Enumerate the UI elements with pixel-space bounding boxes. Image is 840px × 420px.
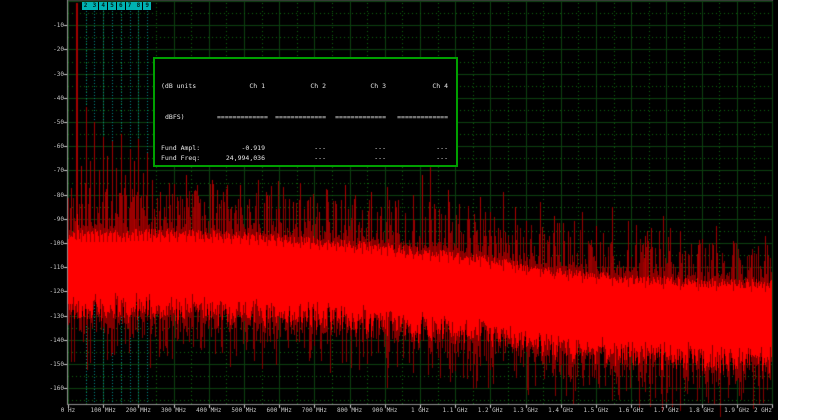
ch3-value: ---	[326, 143, 386, 153]
harmonic-marker-2[interactable]: 2	[82, 2, 90, 10]
y-tick-label: -160	[38, 385, 64, 392]
channel-1-header: Ch 1	[217, 81, 265, 91]
ch4-value: ---	[386, 153, 448, 163]
y-tick-label: -10	[38, 22, 64, 29]
x-tick-label: 1.7 GHz	[646, 407, 686, 414]
x-tick-label: 100 MHz	[83, 407, 123, 414]
table-row: Fund Ampl:-0.919---------	[161, 143, 452, 153]
y-tick-label: -20	[38, 46, 64, 53]
harmonic-marker-5[interactable]: 5	[108, 2, 116, 10]
channel-3-header: Ch 3	[326, 81, 386, 91]
x-tick-label: 2 GHz	[736, 407, 772, 414]
ch1-value: 55.195	[217, 163, 265, 167]
measurement-table-body: Fund Ampl:-0.919---------Fund Freq:24,99…	[161, 143, 452, 167]
harmonic-marker-4[interactable]: 4	[99, 2, 107, 10]
harmonic-marker-9[interactable]: 9	[143, 2, 151, 10]
table-row: SNR:55.195---------	[161, 163, 452, 167]
ch4-value: ---	[386, 163, 448, 167]
x-tick-label: 700 MHz	[294, 407, 334, 414]
separator: =============	[386, 112, 448, 122]
ch2-value: ---	[265, 163, 326, 167]
x-tick-label: 600 MHz	[259, 407, 299, 414]
ch1-value: -0.919	[217, 143, 265, 153]
fft-analyzer-window: -10 -20 -30 -40 -50 -60 -70 -80 -90 -100 -110 -120 -…	[0, 0, 840, 420]
units-label-line2: dBFS)	[161, 112, 217, 122]
channel-4-header: Ch 4	[386, 81, 448, 91]
ch3-value: ---	[326, 153, 386, 163]
row-label: Fund Ampl:	[161, 143, 217, 153]
row-label: SNR:	[161, 163, 217, 167]
x-tick-label: 1.6 GHz	[611, 407, 651, 414]
y-tick-label: -70	[38, 167, 64, 174]
y-tick-label: -60	[38, 143, 64, 150]
y-tick-label: -90	[38, 216, 64, 223]
harmonic-marker-7[interactable]: 7	[126, 2, 134, 10]
y-tick-label: -130	[38, 313, 64, 320]
x-tick-label: 1.4 GHz	[541, 407, 581, 414]
y-tick-label: -50	[38, 119, 64, 126]
x-tick-label: 1 GHz	[400, 407, 440, 414]
x-tick-label: 1.2 GHz	[470, 407, 510, 414]
x-tick-label: 0 Hz	[48, 407, 88, 414]
harmonic-marker-6[interactable]: 6	[117, 2, 125, 10]
x-tick-label: 1.1 GHz	[435, 407, 475, 414]
x-tick-label: 300 MHz	[154, 407, 194, 414]
y-tick-label: -120	[38, 288, 64, 295]
x-tick-label: 1.3 GHz	[506, 407, 546, 414]
x-tick-label: 200 MHz	[118, 407, 158, 414]
y-tick-label: -40	[38, 95, 64, 102]
x-tick-label: 500 MHz	[224, 407, 264, 414]
ch3-value: ---	[326, 163, 386, 167]
x-tick-label: 1.8 GHz	[682, 407, 722, 414]
table-row: Fund Freq:24,994,036---------	[161, 153, 452, 163]
plot-background: -10 -20 -30 -40 -50 -60 -70 -80 -90 -100 -110 -120 -…	[0, 0, 778, 420]
row-label: Fund Freq:	[161, 153, 217, 163]
table-separator-row: dBFS) ============= ============= ======…	[161, 112, 452, 122]
y-tick-label: -150	[38, 361, 64, 368]
separator: =============	[217, 112, 265, 122]
channel-2-header: Ch 2	[265, 81, 326, 91]
y-tick-label: -110	[38, 264, 64, 271]
table-header-row: (dB units Ch 1 Ch 2 Ch 3 Ch 4	[161, 81, 452, 91]
y-tick-label: -140	[38, 337, 64, 344]
x-tick-label: 900 MHz	[365, 407, 405, 414]
y-tick-label: -80	[38, 192, 64, 199]
separator: =============	[326, 112, 386, 122]
separator: =============	[265, 112, 326, 122]
x-tick-label: 1.5 GHz	[576, 407, 616, 414]
ch2-value: ---	[265, 143, 326, 153]
ch1-value: 24,994,036	[217, 153, 265, 163]
harmonic-marker-8[interactable]: 8	[134, 2, 142, 10]
measurement-table: (dB units Ch 1 Ch 2 Ch 3 Ch 4 dBFS) ====…	[153, 57, 458, 167]
x-tick-label: 800 MHz	[330, 407, 370, 414]
units-label-line1: (dB units	[161, 81, 217, 91]
ch2-value: ---	[265, 153, 326, 163]
x-tick-label: 400 MHz	[189, 407, 229, 414]
y-tick-label: -100	[38, 240, 64, 247]
ch4-value: ---	[386, 143, 448, 153]
harmonic-marker-3[interactable]: 3	[90, 2, 98, 10]
y-tick-label: -30	[38, 71, 64, 78]
